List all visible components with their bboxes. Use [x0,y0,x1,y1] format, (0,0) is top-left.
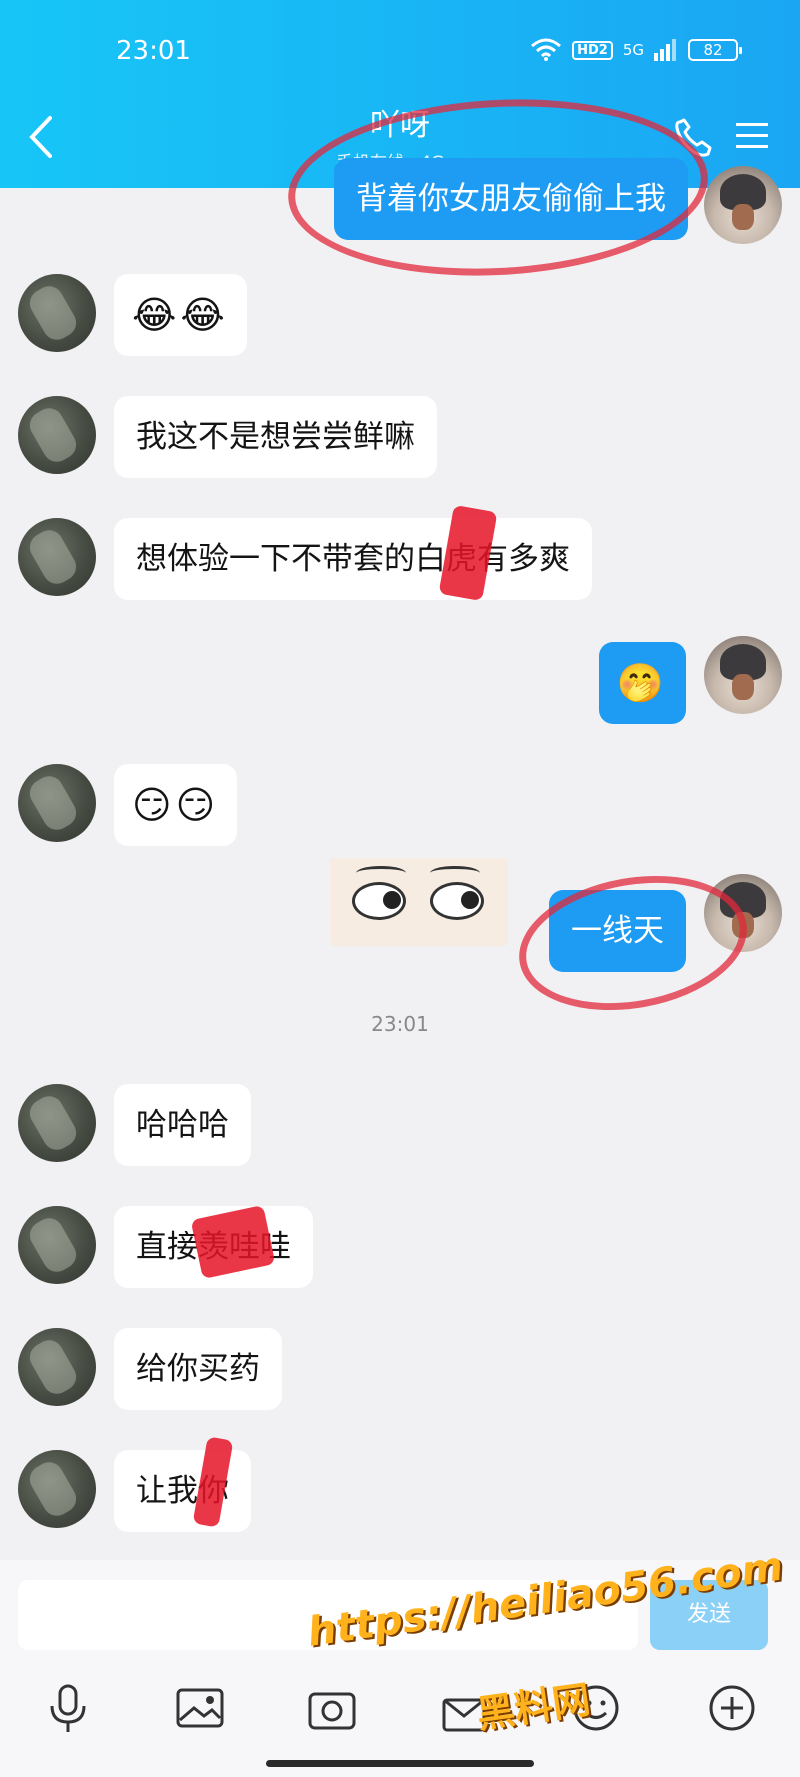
network-label: 5G [622,41,644,59]
time-divider: 23:01 [371,1012,429,1036]
avatar[interactable] [18,274,96,352]
message-bubble[interactable]: 😏😏 [114,764,238,846]
wifi-icon [531,38,562,61]
status-icons: HD2 5G 82 [530,38,742,62]
message-bubble[interactable]: 哈哈哈 [114,1084,251,1166]
avatar[interactable] [18,396,96,474]
avatar[interactable] [18,1206,96,1284]
avatar[interactable] [18,1084,96,1162]
image-icon[interactable] [172,1680,228,1736]
message-bubble[interactable]: 给你买药 [114,1328,282,1410]
sticker-brow [356,866,406,880]
avatar[interactable] [704,166,782,244]
message-row: 🤭 [0,636,800,724]
menu-icon[interactable] [734,118,770,154]
avatar[interactable] [704,636,782,714]
signal-icon [654,39,676,61]
input-toolbar [0,1680,800,1750]
status-time: 23:01 [116,36,191,66]
message-row: 直接羡哇哇 [0,1206,800,1288]
message-bubble[interactable]: 想体验一下不带套的白虎有多爽 [114,518,592,600]
message-bubble[interactable]: 我这不是想尝尝鲜嘛 [114,396,437,478]
sticker-brow [430,866,480,880]
avatar[interactable] [18,1328,96,1406]
message-row: 给你买药 [0,1328,800,1410]
message-row: 我这不是想尝尝鲜嘛 [0,396,800,478]
avatar[interactable] [18,764,96,842]
home-indicator [266,1760,534,1767]
avatar[interactable] [18,1450,96,1528]
hd-badge: HD2 [572,40,613,60]
message-row: 想体验一下不带套的白虎有多爽 [0,518,800,600]
mic-icon[interactable] [40,1680,96,1736]
message-bubble[interactable]: 🤭 [598,642,686,724]
battery-indicator: 82 [688,39,742,61]
message-bubble[interactable]: 让我你 [114,1450,251,1532]
avatar[interactable] [18,518,96,596]
message-row: 让我你 [0,1450,800,1532]
camera-icon[interactable] [304,1680,360,1736]
message-row: 😏😏 [0,764,800,846]
message-row: 😂😂 [0,274,800,356]
plus-icon[interactable] [704,1680,760,1736]
message-list[interactable]: 背着你女朋友偷偷上我 😂😂 我这不是想尝尝鲜嘛 想体验一下不带套的白虎有多爽 🤭… [0,89,800,1560]
message-row: 哈哈哈 [0,1084,800,1166]
message-bubble[interactable]: 😂😂 [114,274,247,356]
